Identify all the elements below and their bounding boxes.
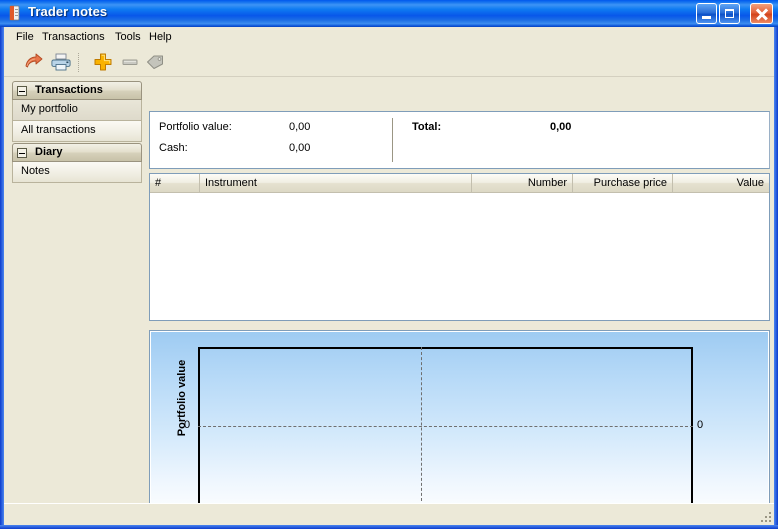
summary-divider: [392, 118, 393, 162]
horizontal-splitter[interactable]: [149, 323, 770, 328]
table-body[interactable]: [150, 193, 769, 320]
column-header-number[interactable]: Number: [472, 174, 573, 192]
total-label: Total:: [412, 121, 441, 133]
window-frame-right: [774, 27, 778, 529]
title-bar[interactable]: Trader notes: [0, 0, 778, 27]
add-icon: [92, 51, 114, 73]
toolbar-separator: [78, 53, 81, 72]
sidebar-group-diary[interactable]: Diary: [12, 143, 142, 162]
edit-tag-icon: [144, 51, 166, 73]
minimize-icon: [702, 16, 711, 19]
sidebar-group-label: Transactions: [35, 84, 103, 96]
print-button[interactable]: [50, 51, 73, 74]
sidebar-group-transactions[interactable]: Transactions: [12, 81, 142, 100]
app-notes-icon: [7, 5, 23, 21]
summary-panel: Portfolio value: 0,00 Cash: 0,00 Total: …: [149, 111, 770, 169]
cash-label: Cash:: [159, 142, 188, 154]
export-button[interactable]: [22, 51, 45, 74]
resize-grip-icon[interactable]: [759, 510, 772, 523]
column-header-instrument[interactable]: Instrument: [200, 174, 472, 192]
sidebar-group-label: Diary: [35, 146, 63, 158]
menu-transactions[interactable]: Transactions: [36, 30, 111, 45]
column-header-purchase-price[interactable]: Purchase price: [573, 174, 673, 192]
main-pane: Portfolio value: 0,00 Cash: 0,00 Total: …: [149, 81, 770, 519]
column-header-number-index[interactable]: #: [150, 174, 200, 192]
edit-tag-button[interactable]: [144, 51, 167, 74]
minimize-button[interactable]: [696, 3, 717, 24]
chart-gridline-horizontal: [198, 426, 693, 427]
menu-bar: File Transactions Tools Help: [4, 27, 774, 49]
navigation-pane: Transactions My portfolio All transactio…: [8, 81, 144, 519]
portfolio-value: 0,00: [289, 121, 310, 133]
sidebar-item-my-portfolio[interactable]: My portfolio: [12, 100, 142, 121]
remove-button[interactable]: [119, 51, 142, 74]
status-bar: [4, 503, 774, 525]
total-value: 0,00: [550, 121, 571, 133]
application-window: Trader notes File Transactions Tools Hel…: [0, 0, 778, 529]
y-axis-tick-right: 0: [697, 419, 703, 431]
chart-canvas[interactable]: 0 0 30.12 Portfolio value: [151, 332, 768, 517]
export-icon: [22, 51, 44, 73]
collapse-box-icon[interactable]: [17, 86, 27, 96]
cash-value: 0,00: [289, 142, 310, 154]
remove-icon: [119, 51, 141, 73]
add-button[interactable]: [92, 51, 115, 74]
sidebar-item-notes[interactable]: Notes: [12, 162, 142, 183]
column-header-value[interactable]: Value: [673, 174, 769, 192]
client-area: File Transactions Tools Help: [4, 27, 774, 525]
table-header-row: # Instrument Number Purchase price Value: [150, 174, 769, 193]
portfolio-value-label: Portfolio value:: [159, 121, 232, 133]
menu-help[interactable]: Help: [143, 30, 178, 45]
menu-tools[interactable]: Tools: [109, 30, 147, 45]
sidebar-item-label: Notes: [21, 165, 50, 177]
sidebar-item-label: All transactions: [21, 124, 96, 136]
sidebar-item-all-transactions[interactable]: All transactions: [12, 121, 142, 142]
sidebar-item-label: My portfolio: [21, 103, 78, 115]
window-title: Trader notes: [28, 4, 107, 19]
window-frame-bottom: [0, 525, 778, 529]
maximize-button[interactable]: [719, 3, 740, 24]
close-button[interactable]: [750, 3, 773, 24]
maximize-icon: [725, 9, 734, 18]
y-axis-label: Portfolio value: [176, 353, 188, 443]
toolbar: [4, 48, 774, 77]
portfolio-chart-panel: 0 0 30.12 Portfolio value: [149, 330, 770, 519]
chart-gridline-vertical: [421, 347, 422, 506]
print-icon: [50, 51, 72, 73]
portfolio-table: # Instrument Number Purchase price Value: [149, 173, 770, 321]
collapse-box-icon[interactable]: [17, 148, 27, 158]
